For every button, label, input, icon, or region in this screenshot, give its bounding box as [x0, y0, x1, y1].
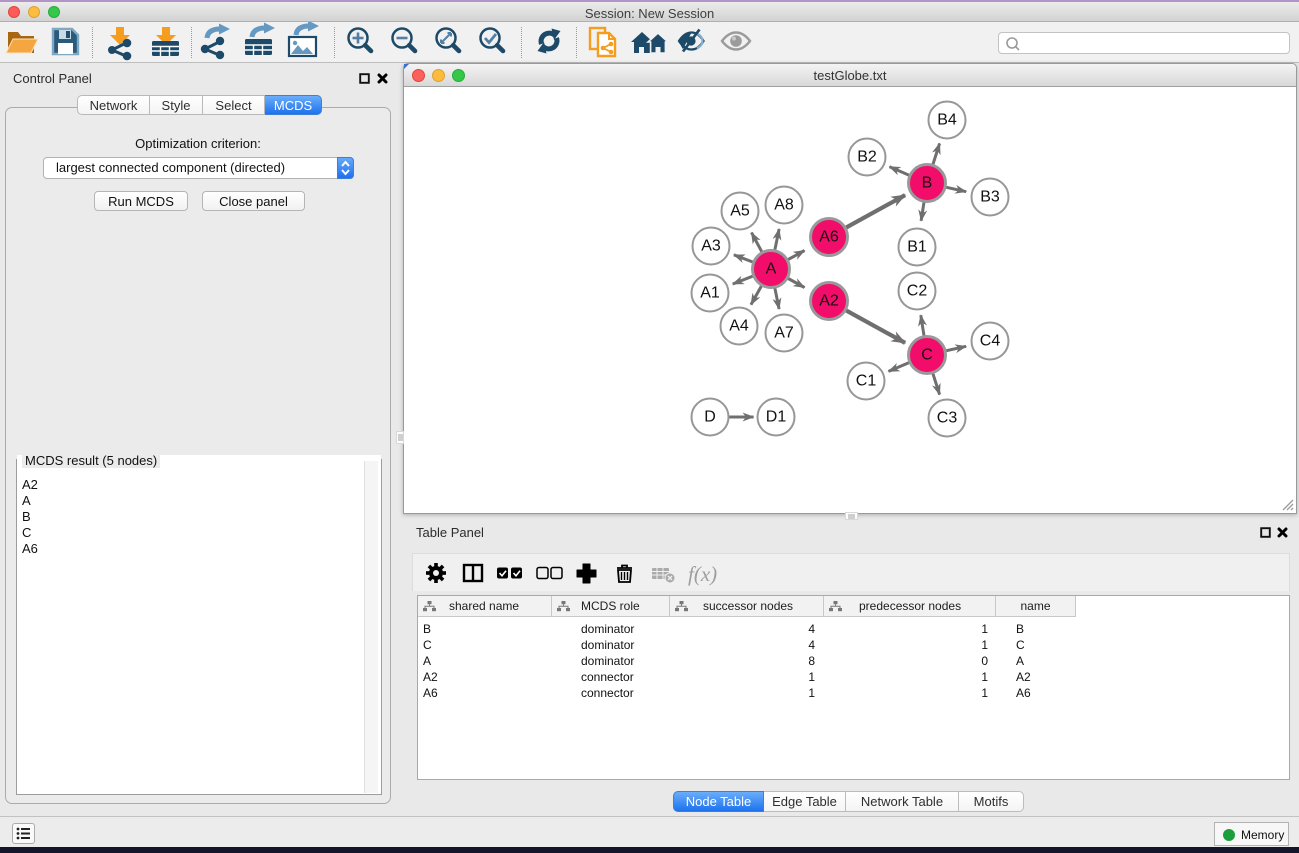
svg-text:B4: B4	[937, 112, 957, 129]
svg-text:A5: A5	[730, 203, 750, 220]
svg-text:A3: A3	[701, 238, 721, 255]
svg-text:B2: B2	[857, 149, 877, 166]
svg-text:f(x): f(x)	[688, 562, 717, 586]
svg-text:C: C	[921, 347, 933, 364]
svg-text:B: B	[922, 175, 933, 192]
svg-text:C3: C3	[937, 410, 958, 427]
svg-text:C2: C2	[907, 283, 928, 300]
svg-text:D: D	[704, 409, 716, 426]
svg-text:B1: B1	[907, 239, 927, 256]
svg-text:B3: B3	[980, 189, 1000, 206]
svg-text:A: A	[766, 261, 777, 278]
svg-text:A1: A1	[700, 285, 720, 302]
svg-text:A4: A4	[729, 318, 749, 335]
svg-text:A6: A6	[819, 229, 839, 246]
svg-text:C4: C4	[980, 333, 1001, 350]
svg-text:A8: A8	[774, 197, 794, 214]
svg-text:D1: D1	[766, 409, 787, 426]
svg-text:A2: A2	[819, 293, 839, 310]
svg-text:C1: C1	[856, 373, 877, 390]
svg-text:A7: A7	[774, 325, 794, 342]
